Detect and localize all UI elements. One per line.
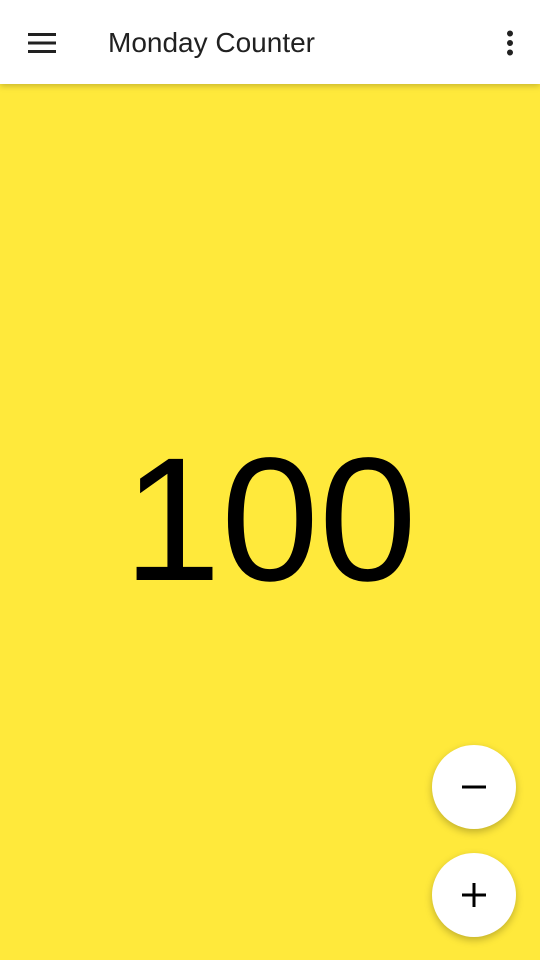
more-vert-icon [507, 30, 513, 56]
app-toolbar: Monday Counter [0, 0, 540, 84]
navigation-menu-button[interactable] [18, 21, 66, 65]
minus-icon [462, 785, 486, 789]
hamburger-menu-icon [28, 33, 56, 53]
overflow-menu-button[interactable] [492, 22, 528, 64]
app-screen: Monday Counter 100 [0, 0, 540, 960]
decrement-button[interactable] [432, 745, 516, 829]
page-title: Monday Counter [108, 27, 316, 58]
plus-icon [462, 883, 486, 907]
increment-button[interactable] [432, 853, 516, 937]
counter-value: 100 [123, 422, 417, 618]
